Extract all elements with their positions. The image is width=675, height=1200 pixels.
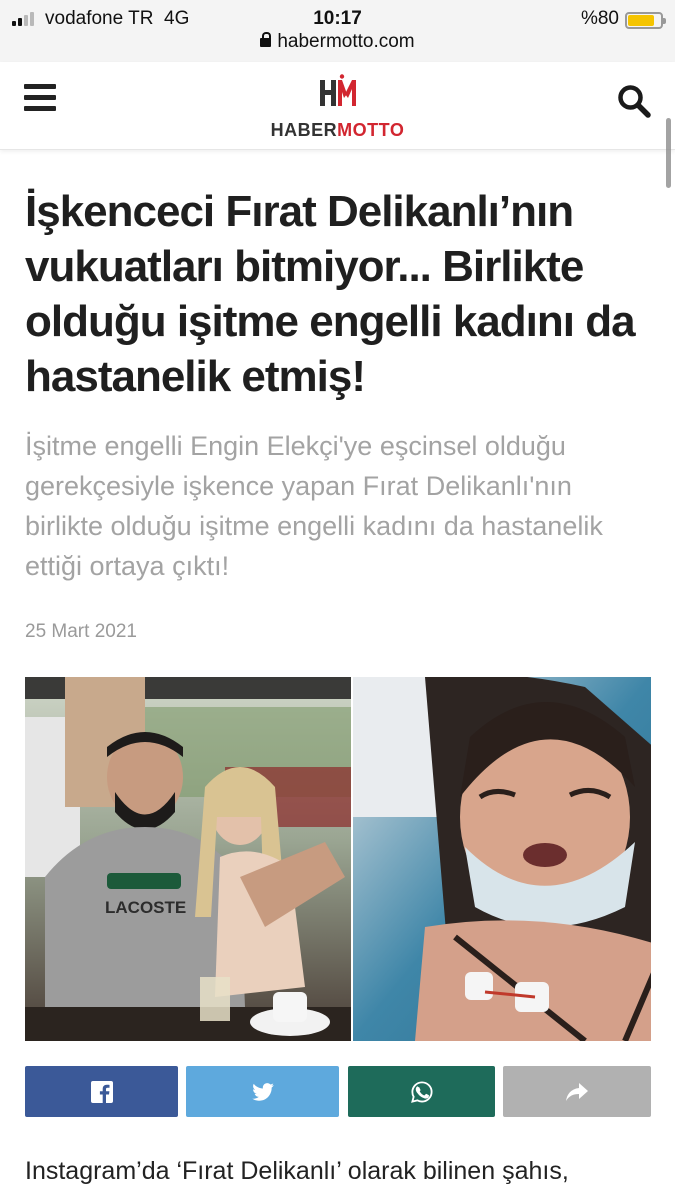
twitter-share-button[interactable] xyxy=(186,1066,339,1117)
site-logo[interactable]: HABERMOTTO xyxy=(255,74,420,140)
article-date: 25 Mart 2021 xyxy=(25,621,137,642)
clock: 10:17 xyxy=(313,8,362,29)
article-photo: LACOSTE xyxy=(25,677,651,1041)
logo-hm-icon xyxy=(319,74,356,106)
search-icon[interactable] xyxy=(617,84,651,118)
ios-status-bar: vodafone TR 4G 10:17 %80 habermotto.com xyxy=(0,0,675,62)
address-bar[interactable]: habermotto.com xyxy=(0,31,675,53)
hamburger-icon[interactable] xyxy=(24,84,56,112)
article-title: İşkenceci Fırat Delikanlı’nın vukuatları… xyxy=(25,187,636,401)
facebook-share-button[interactable] xyxy=(25,1066,178,1117)
url-text: habermotto.com xyxy=(277,31,415,52)
article-body-first-line: Instagram’da ‘Fırat Delikanlı’ olarak bi… xyxy=(25,1157,569,1185)
article-summary: İşitme engelli Engin Elekçi'ye eşcinsel … xyxy=(25,431,603,581)
site-header: HABERMOTTO xyxy=(0,62,675,150)
lock-icon xyxy=(260,32,272,47)
whatsapp-share-button[interactable] xyxy=(348,1066,495,1117)
facebook-icon xyxy=(90,1080,113,1103)
page-scrollbar[interactable] xyxy=(666,118,671,188)
whatsapp-icon xyxy=(410,1080,433,1103)
share-arrow-icon xyxy=(566,1082,588,1101)
more-share-button[interactable] xyxy=(503,1066,651,1117)
battery-icon xyxy=(625,12,666,29)
battery-fill xyxy=(628,15,654,26)
logo-wordmark: HABERMOTTO xyxy=(270,120,405,140)
shirt-text: LACOSTE xyxy=(105,898,186,917)
logo-mark xyxy=(255,74,420,115)
battery-percent: %80 xyxy=(580,8,619,29)
twitter-icon xyxy=(251,1082,274,1101)
